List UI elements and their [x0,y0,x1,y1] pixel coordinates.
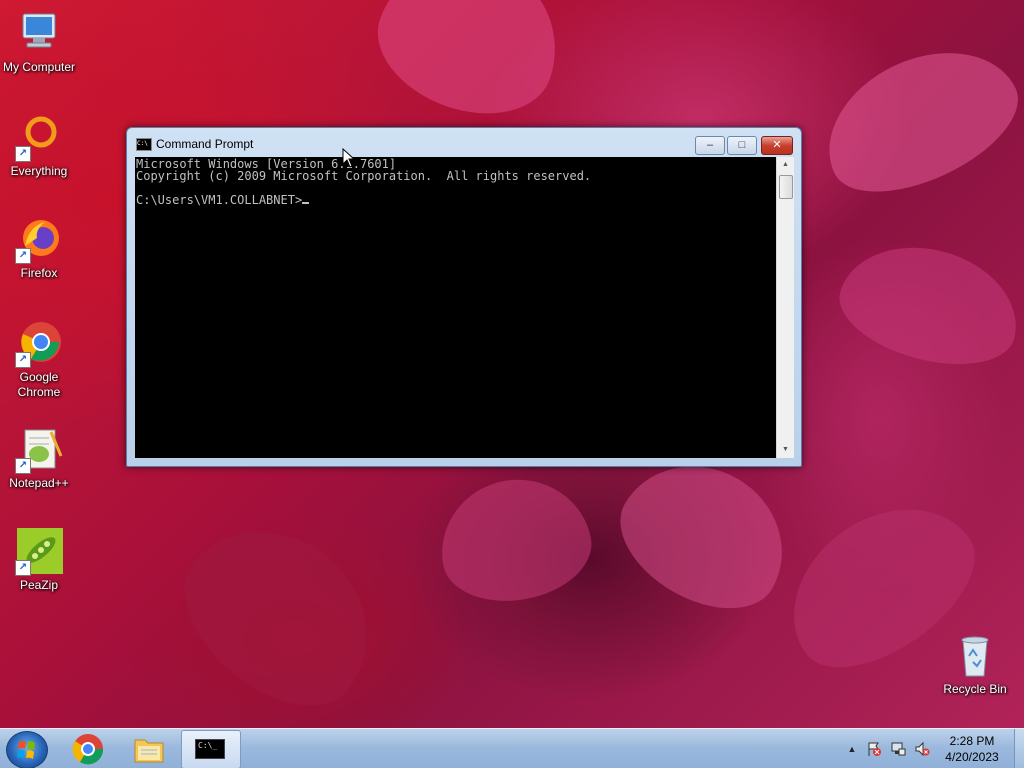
desktop-icon-notepadpp[interactable]: ↗ Notepad++ [1,426,77,491]
shortcut-arrow-icon: ↗ [15,248,31,264]
vertical-scrollbar[interactable]: ▲ ▼ [776,157,794,458]
taskbar-cmd-button[interactable]: C:\_ [181,730,241,768]
wallpaper-petal [804,23,1024,217]
scroll-down-icon[interactable]: ▼ [777,442,794,458]
desktop-icon-peazip[interactable]: ↗ PeaZip [1,528,77,593]
windows-start-icon [17,741,35,759]
close-button[interactable]: ✕ [761,136,793,155]
shortcut-arrow-icon: ↗ [15,146,31,162]
window-title: Command Prompt [156,137,254,151]
shortcut-arrow-icon: ↗ [15,560,31,576]
desktop-icon-label: Firefox [20,266,58,280]
desktop: My Computer ↗ Everything ↗ Firefox ↗ Goo… [0,0,1024,768]
shortcut-arrow-icon: ↗ [15,352,31,368]
chrome-icon: ↗ [15,320,63,368]
desktop-icon-label: Recycle Bin [943,682,1007,696]
text-cursor [302,202,310,204]
taskbar: C:\_ ▲ 2:28 PM 4/20/2023 [0,728,1024,768]
cmd-icon: C:\ [136,138,152,151]
console-prompt: C:\Users\VM1.COLLABNET> [136,193,303,207]
console-line: Copyright (c) 2009 Microsoft Corporation… [136,169,592,183]
desktop-icon-label: Google Chrome [17,370,61,399]
desktop-icon-label: PeaZip [19,578,59,592]
computer-icon [15,10,63,58]
peazip-icon: ↗ [15,528,63,576]
mouse-pointer-icon [342,148,356,168]
cmd-icon: C:\_ [195,739,225,759]
show-hidden-icons-icon[interactable]: ▲ [844,741,860,757]
everything-icon: ↗ [15,114,63,162]
desktop-icon-firefox[interactable]: ↗ Firefox [1,216,77,281]
wallpaper-petal [359,0,581,137]
desktop-icon-my-computer[interactable]: My Computer [1,10,77,75]
firefox-icon: ↗ [15,216,63,264]
taskbar-explorer-button[interactable] [121,730,177,767]
desktop-icon-google-chrome[interactable]: ↗ Google Chrome [1,320,77,400]
notepadpp-icon: ↗ [15,426,63,474]
start-button[interactable] [6,731,48,768]
clock-date[interactable]: 4/20/2023 [937,750,1007,764]
desktop-icon-label: Notepad++ [9,476,69,490]
scroll-up-icon[interactable]: ▲ [777,157,794,173]
folder-icon [134,739,164,763]
wallpaper-petal [430,467,600,613]
scrollbar-thumb[interactable] [779,175,793,199]
desktop-icon-everything[interactable]: ↗ Everything [1,114,77,179]
command-prompt-window[interactable]: C:\ Command Prompt – □ ✕ Microsoft Windo… [126,127,802,467]
chrome-icon [72,734,104,765]
network-icon[interactable] [890,741,906,757]
desktop-icon-recycle-bin[interactable]: Recycle Bin [937,632,1013,697]
minimize-button[interactable]: – [695,136,725,155]
console-prompt-line: C:\Users\VM1.COLLABNET> [136,194,776,206]
wallpaper-petal [155,493,405,737]
desktop-icon-label: Everything [10,164,68,178]
maximize-button[interactable]: □ [727,136,757,155]
system-tray: ▲ 2:28 PM 4/20/2023 [842,729,1024,768]
recycle-bin-icon [951,632,999,680]
volume-muted-icon[interactable] [914,741,930,757]
show-desktop-button[interactable] [1014,729,1024,768]
shortcut-arrow-icon: ↗ [15,458,31,474]
clock-time[interactable]: 2:28 PM [937,734,1007,748]
desktop-icon-label: My Computer [2,60,76,74]
window-titlebar[interactable]: C:\ Command Prompt – □ ✕ [127,128,801,156]
action-center-flag-icon[interactable] [866,741,882,757]
taskbar-chrome-button[interactable] [60,730,116,767]
console-output[interactable]: Microsoft Windows [Version 6.1.7601] Copy… [135,157,776,458]
wallpaper-petal [828,228,1024,382]
